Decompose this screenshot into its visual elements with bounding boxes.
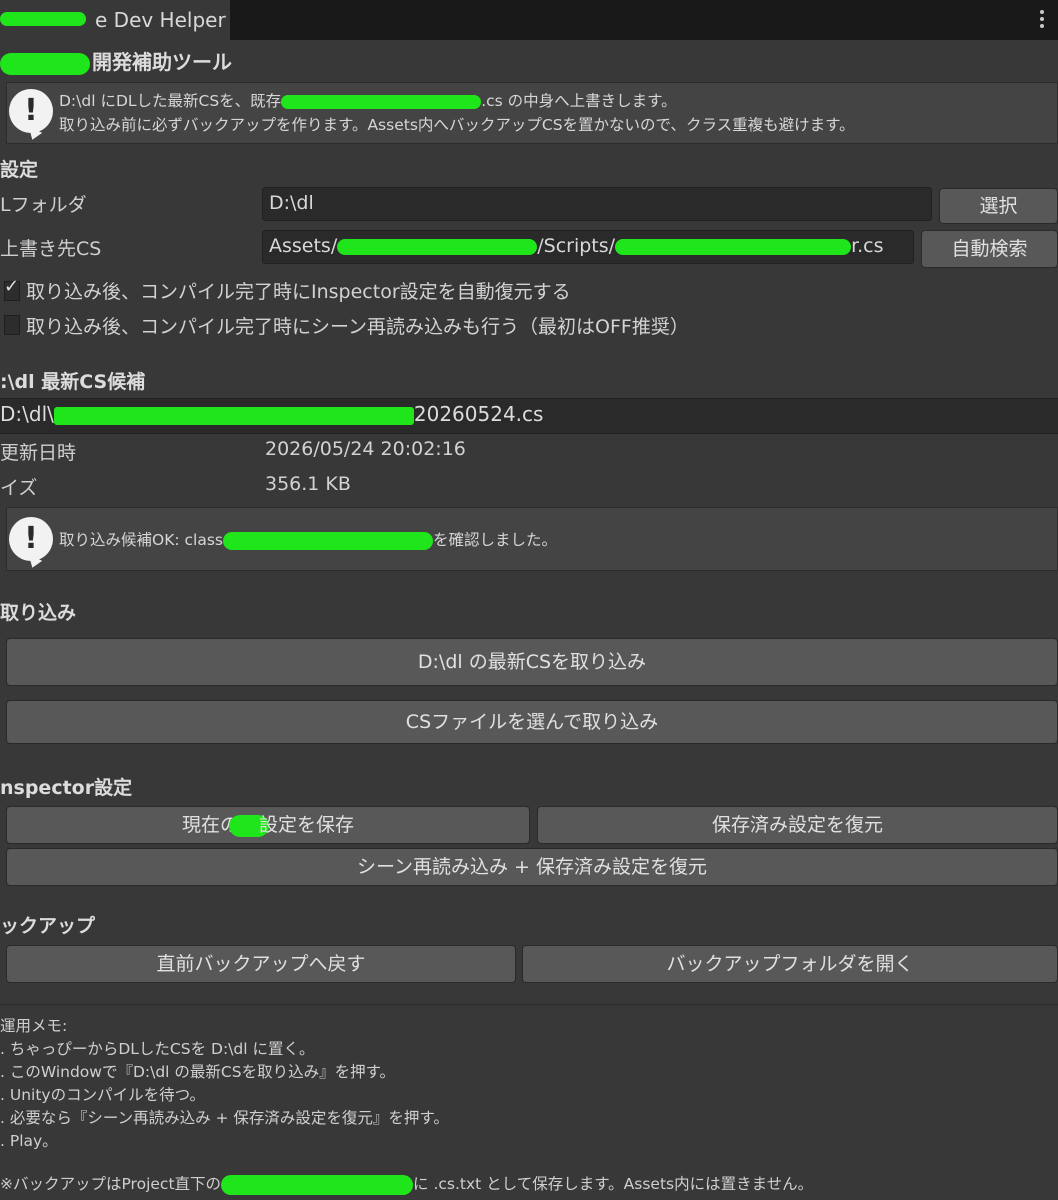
restore-settings-button[interactable]: 保存済み設定を復元 xyxy=(537,806,1058,844)
memo-line: . 必要なら『シーン再読み込み + 保存済み設定を復元』を押す。 xyxy=(0,1109,449,1127)
help-line-1: D:\dl にDLした最新CSを、既存 .cs の中身へ上書きします。 xyxy=(59,92,677,110)
save-settings-button[interactable]: 現在の 設定を保存 xyxy=(6,806,530,844)
menu-dot-icon[interactable] xyxy=(1040,24,1044,28)
import-latest-button[interactable]: D:\dl の最新CSを取り込み xyxy=(6,638,1058,686)
help-box-candidate: ! 取り込み候補OK: class を確認しました。 xyxy=(6,507,1058,571)
memo-line: . Unityのコンパイルを待つ。 xyxy=(0,1086,205,1104)
memo-divider xyxy=(0,1004,1058,1005)
backup-section-title: ックアップ xyxy=(0,915,96,937)
redaction-mark xyxy=(281,94,482,109)
updated-label: 更新日時 xyxy=(0,442,77,464)
dl-folder-label: Lフォルダ xyxy=(0,194,87,216)
info-icon: ! xyxy=(9,517,53,561)
auto-search-button[interactable]: 自動検索 xyxy=(921,230,1058,268)
memo-line: . Play。 xyxy=(0,1132,58,1150)
menu-dot-icon[interactable] xyxy=(1040,17,1044,21)
target-cs-label: 上書き先CS xyxy=(0,238,102,260)
candidate-section-title: :\dl 最新CS候補 xyxy=(0,371,146,393)
open-backup-folder-button[interactable]: バックアップフォルダを開く xyxy=(522,945,1058,983)
size-label: イズ xyxy=(0,477,38,499)
redaction-mark xyxy=(615,238,852,255)
info-icon: ! xyxy=(9,89,53,133)
window-tab[interactable]: e Dev Helper xyxy=(0,0,231,40)
memo-footer: ※バックアップはProject直下のに .cs.txt として保存します。Ass… xyxy=(0,1174,814,1195)
tool-title: 開発補助ツール xyxy=(0,46,232,75)
menu-dot-icon[interactable] xyxy=(1040,10,1044,14)
target-cs-field[interactable]: Assets//Scripts/r.cs xyxy=(262,230,914,264)
redaction-mark xyxy=(221,1174,414,1195)
candidate-file-path: D:\dl\ 20260524.cs xyxy=(0,402,544,426)
updated-value: 2026/05/24 20:02:16 xyxy=(265,438,466,460)
redaction-mark xyxy=(53,406,414,425)
candidate-ok-text: 取り込み候補OK: class を確認しました。 xyxy=(59,531,558,550)
memo-line: . このWindowで『D:\dl の最新CSを取り込み』を押す。 xyxy=(0,1063,396,1081)
memo-title: 運用メモ: xyxy=(0,1017,68,1035)
inspector-section-title: nspector設定 xyxy=(0,777,133,799)
import-choose-file-button[interactable]: CSファイルを選んで取り込み xyxy=(6,700,1058,744)
redaction-mark xyxy=(337,238,538,255)
scene-reload-checkbox[interactable] xyxy=(4,315,20,335)
memo-line: . ちゃっぴーからDLしたCSを D:\dl に置く。 xyxy=(0,1040,315,1058)
settings-section-title: 設定 xyxy=(0,159,39,181)
redaction-mark xyxy=(223,531,433,550)
reload-and-restore-button[interactable]: シーン再読み込み + 保存済み設定を復元 xyxy=(6,848,1058,886)
dl-folder-field[interactable]: D:\dl xyxy=(262,187,932,221)
redaction-mark xyxy=(0,52,90,75)
redaction-mark xyxy=(0,12,86,26)
window-tab-title: e Dev Helper xyxy=(95,8,226,32)
select-folder-button[interactable]: 選択 xyxy=(939,188,1058,224)
tab-bar: e Dev Helper xyxy=(0,0,1058,40)
auto-restore-label: 取り込み後、コンパイル完了時にInspector設定を自動復元する xyxy=(26,281,571,303)
auto-restore-checkbox[interactable]: ✓ xyxy=(4,276,20,301)
revert-backup-button[interactable]: 直前バックアップへ戻す xyxy=(6,945,516,983)
check-icon: ✓ xyxy=(4,276,20,297)
import-section-title: 取り込み xyxy=(0,602,77,624)
help-box-intro: ! D:\dl にDLした最新CSを、既存 .cs の中身へ上書きします。 取り込… xyxy=(6,82,1058,144)
help-line-2: 取り込み前に必ずバックアップを作ります。Assets内へバックアップCSを置かな… xyxy=(59,116,855,134)
candidate-file-row: D:\dl\ 20260524.cs xyxy=(0,398,1058,434)
scene-reload-label: 取り込み後、コンパイル完了時にシーン再読み込みも行う（最初はOFF推奨） xyxy=(26,316,689,338)
size-value: 356.1 KB xyxy=(265,473,351,495)
